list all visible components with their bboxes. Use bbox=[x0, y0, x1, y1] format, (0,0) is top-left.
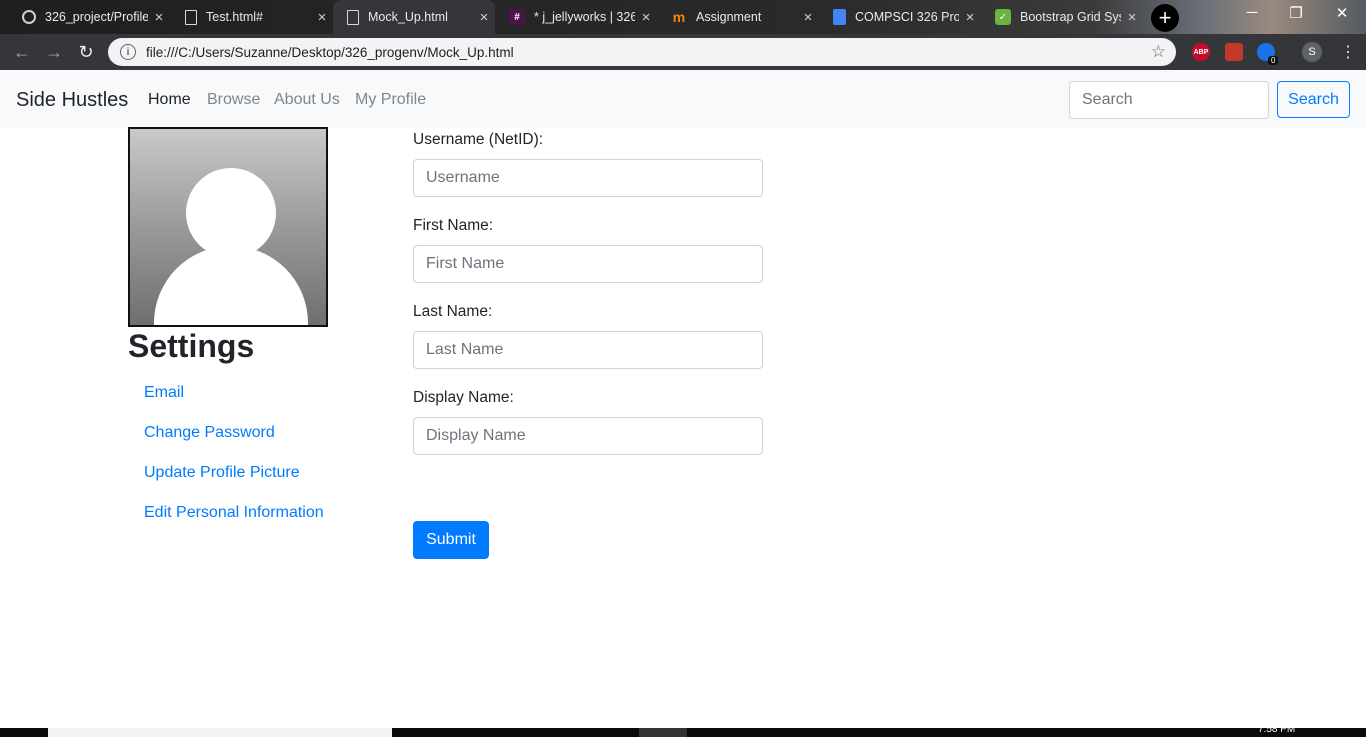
tab-title: Bootstrap Grid Sys bbox=[1020, 10, 1121, 24]
tab-title: Assignment bbox=[696, 10, 762, 24]
last-name-input[interactable] bbox=[413, 331, 763, 369]
slack-icon: # bbox=[509, 9, 525, 25]
settings-heading: Settings bbox=[128, 328, 255, 364]
nav-link-home[interactable]: Home bbox=[148, 91, 191, 109]
abp-label: ABP bbox=[1193, 48, 1209, 56]
os-taskbar: 7:58 PM bbox=[0, 724, 1366, 737]
settings-link-email[interactable]: Email bbox=[144, 384, 184, 402]
reload-icon[interactable]: ↻ bbox=[75, 41, 97, 63]
profile-picture bbox=[128, 127, 328, 327]
search-input[interactable] bbox=[1069, 81, 1269, 119]
tab-title: Mock_Up.html bbox=[368, 10, 448, 24]
site-navbar: Side Hustles Home Browse About Us My Pro… bbox=[0, 70, 1366, 128]
menu-kebab-icon[interactable]: ⋮ bbox=[1340, 42, 1356, 62]
tab-title: Test.html# bbox=[206, 10, 263, 24]
flag-extension-icon[interactable] bbox=[1225, 43, 1243, 61]
bookmark-star-icon[interactable]: ☆ bbox=[1151, 42, 1166, 62]
browser-toolbar: ← → ↻ i file:///C:/Users/Suzanne/Desktop… bbox=[0, 34, 1366, 70]
last-name-label: Last Name: bbox=[413, 303, 493, 320]
browser-tab[interactable]: 326_project/Profile × bbox=[8, 0, 170, 34]
username-label: Username (NetID): bbox=[413, 131, 544, 148]
close-icon[interactable]: × bbox=[148, 9, 170, 26]
profile-avatar[interactable]: S bbox=[1302, 42, 1322, 62]
github-icon bbox=[22, 10, 36, 24]
tab-title: 326_project/Profile bbox=[45, 10, 148, 24]
bootstrap-icon: ✓ bbox=[995, 9, 1011, 25]
browser-tab[interactable]: # * j_jellyworks | 326 × bbox=[495, 0, 657, 34]
info-icon[interactable]: i bbox=[120, 44, 136, 60]
tab-title: COMPSCI 326 Proj bbox=[855, 10, 959, 24]
settings-link-edit-personal-information[interactable]: Edit Personal Information bbox=[144, 504, 324, 522]
new-tab-button[interactable]: + bbox=[1151, 4, 1179, 32]
brand-logo[interactable]: Side Hustles bbox=[16, 89, 128, 112]
file-icon bbox=[347, 9, 359, 25]
browser-tab[interactable]: m Assignment × bbox=[657, 0, 819, 34]
avatar-body bbox=[154, 246, 308, 325]
nav-link-about-us[interactable]: About Us bbox=[274, 91, 340, 109]
moodle-icon: m bbox=[672, 9, 686, 25]
display-name-label: Display Name: bbox=[413, 389, 514, 406]
close-icon[interactable]: × bbox=[1121, 9, 1143, 26]
close-icon[interactable]: × bbox=[959, 9, 981, 26]
browser-tab[interactable]: COMPSCI 326 Proj × bbox=[819, 0, 981, 34]
display-name-input[interactable] bbox=[413, 417, 763, 455]
taskbar-search-box[interactable] bbox=[48, 728, 392, 737]
close-window-icon[interactable]: ✕ bbox=[1322, 4, 1362, 22]
settings-link-change-password[interactable]: Change Password bbox=[144, 424, 275, 442]
address-bar[interactable]: i file:///C:/Users/Suzanne/Desktop/326_p… bbox=[108, 38, 1176, 66]
submit-button[interactable]: Submit bbox=[413, 521, 489, 559]
adblock-extension-icon[interactable]: ABP bbox=[1192, 43, 1210, 61]
browser-tab-strip: 326_project/Profile × Test.html# × Mock_… bbox=[0, 0, 1366, 34]
nav-link-my-profile[interactable]: My Profile bbox=[355, 91, 426, 109]
extension-badge: 0 bbox=[1268, 56, 1279, 65]
restore-icon[interactable]: ❐ bbox=[1276, 4, 1316, 22]
url-text[interactable]: file:///C:/Users/Suzanne/Desktop/326_pro… bbox=[146, 45, 1151, 60]
settings-link-update-profile-picture[interactable]: Update Profile Picture bbox=[144, 464, 300, 482]
close-icon[interactable]: × bbox=[311, 9, 333, 26]
avatar-head bbox=[186, 168, 276, 258]
first-name-input[interactable] bbox=[413, 245, 763, 283]
back-arrow-icon[interactable]: ← bbox=[11, 41, 33, 63]
minimize-icon[interactable]: ─ bbox=[1232, 4, 1272, 21]
browser-tab[interactable]: Test.html# × bbox=[171, 0, 333, 34]
browser-tab[interactable]: ✓ Bootstrap Grid Sys × bbox=[981, 0, 1143, 34]
forward-arrow-icon[interactable]: → bbox=[43, 41, 65, 63]
close-icon[interactable]: × bbox=[473, 9, 495, 26]
close-icon[interactable]: × bbox=[635, 9, 657, 26]
profile-initial: S bbox=[1308, 46, 1316, 58]
tab-title: * j_jellyworks | 326 bbox=[534, 10, 635, 24]
username-input[interactable] bbox=[413, 159, 763, 197]
google-docs-icon bbox=[833, 9, 846, 25]
browser-tab-active[interactable]: Mock_Up.html × bbox=[333, 0, 495, 34]
search-button[interactable]: Search bbox=[1277, 81, 1350, 118]
taskbar-active-app[interactable] bbox=[639, 728, 687, 737]
taskbar-clock: 7:58 PM bbox=[1258, 724, 1296, 735]
file-icon bbox=[185, 9, 197, 25]
first-name-label: First Name: bbox=[413, 217, 494, 234]
close-icon[interactable]: × bbox=[797, 9, 819, 26]
nav-link-browse[interactable]: Browse bbox=[207, 91, 260, 109]
